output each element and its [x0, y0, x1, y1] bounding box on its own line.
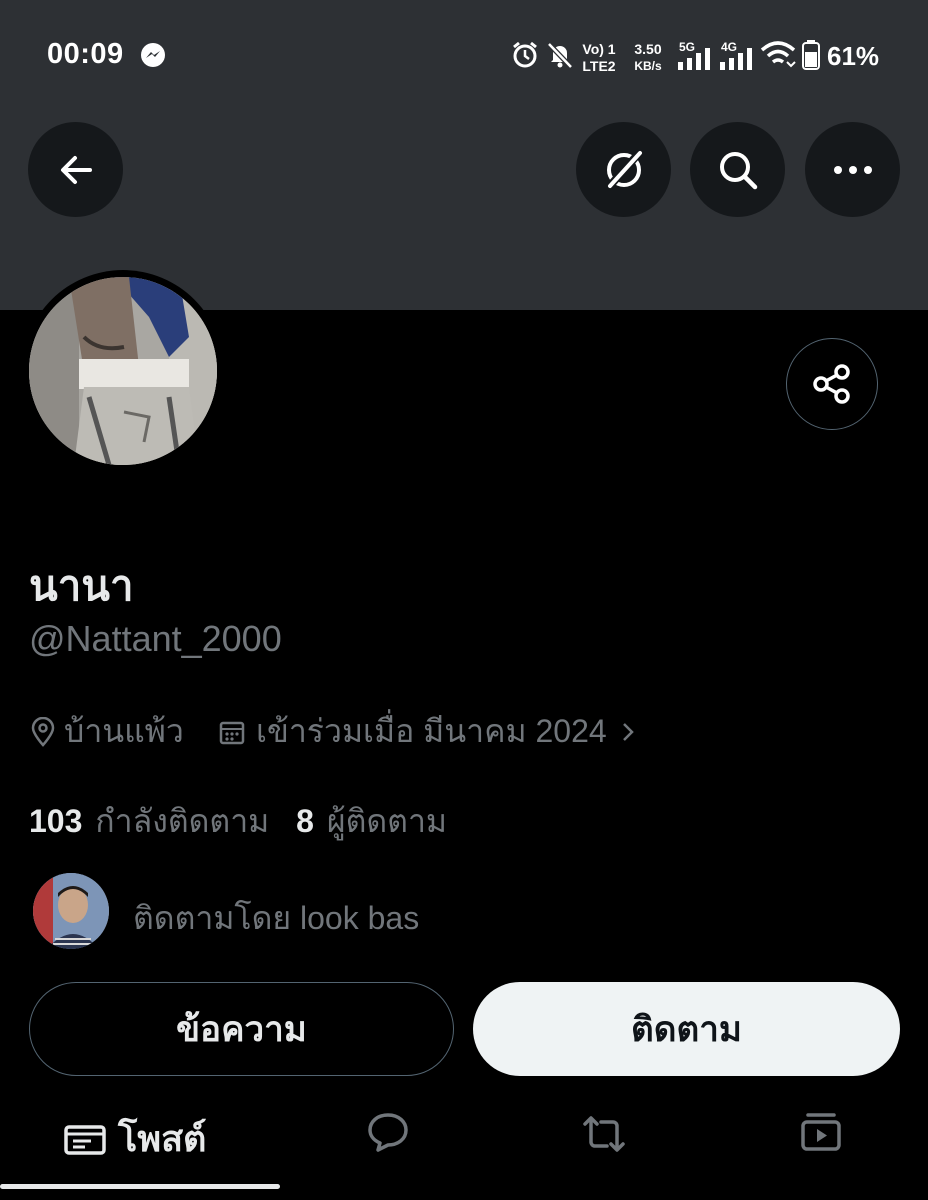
follow-stats: 103 กำลังติดตาม 8 ผู้ติดตาม [29, 796, 447, 847]
status-time: 00:09 [47, 38, 124, 70]
grok-icon [604, 148, 643, 191]
search-button[interactable] [690, 122, 785, 217]
more-dots-icon [833, 165, 872, 174]
profile-tabs: โพสต์ [0, 1098, 928, 1178]
tab-posts[interactable]: โพสต์ [64, 1110, 206, 1167]
signal-icon [678, 48, 712, 75]
mute-bell-icon [545, 40, 575, 75]
reply-bubble-icon [368, 1113, 408, 1152]
tab-posts-label: โพสต์ [118, 1118, 207, 1159]
arrow-left-icon [60, 155, 92, 184]
grok-button[interactable] [576, 122, 671, 217]
share-icon [813, 364, 850, 404]
speed-value: 3.50 [634, 41, 662, 57]
back-button[interactable] [28, 122, 123, 217]
tab-reposts[interactable] [581, 1114, 627, 1154]
signal-icon-2 [720, 48, 754, 75]
followers-label[interactable]: ผู้ติดตาม [327, 803, 447, 839]
display-name: นานา [29, 562, 134, 609]
home-indicator [0, 1184, 280, 1189]
profile-join-date[interactable]: เข้าร่วมเมื่อ มีนาคม 2024 [218, 706, 637, 757]
search-icon [719, 151, 757, 189]
calendar-icon [219, 721, 245, 744]
tab-replies[interactable] [367, 1112, 409, 1152]
lte-label: LTE2 [582, 58, 616, 74]
following-label[interactable]: กำลังติดตาม [95, 803, 269, 839]
profile-location: บ้านแพ้ว [30, 706, 184, 757]
share-button[interactable] [786, 338, 878, 430]
join-date-text: เข้าร่วมเมื่อ มีนาคม 2024 [256, 713, 607, 749]
followers-count[interactable]: 8 [296, 803, 314, 839]
status-bar: 00:09 Vo) 1 LTE2 3.50 KB/s 5G 4G 61% [0, 0, 928, 110]
followed-by-text[interactable]: ติดตามโดย look bas [133, 893, 419, 944]
message-button[interactable]: ข้อความ [29, 982, 454, 1076]
more-options-button[interactable] [805, 122, 900, 217]
battery-icon [802, 40, 820, 75]
followed-by-avatar[interactable] [33, 873, 109, 949]
avatar-photo [29, 277, 217, 465]
location-text: บ้านแพ้ว [64, 713, 184, 749]
messenger-icon [140, 42, 166, 73]
video-icon [801, 1113, 841, 1151]
speed-unit: KB/s [634, 59, 662, 73]
tab-media[interactable] [800, 1112, 842, 1152]
user-handle: @Nattant_2000 [29, 618, 282, 659]
follow-button[interactable]: ติดตาม [473, 982, 900, 1076]
alarm-icon [510, 40, 540, 75]
location-pin-icon [31, 716, 55, 747]
posts-icon [64, 1124, 106, 1155]
following-count[interactable]: 103 [29, 803, 82, 839]
battery-percent: 61% [827, 41, 880, 71]
chevron-right-icon [622, 722, 634, 741]
wifi-icon [760, 40, 796, 75]
volte-label: Vo) 1 [582, 41, 616, 57]
repost-icon [583, 1116, 625, 1152]
profile-avatar[interactable] [22, 270, 224, 472]
